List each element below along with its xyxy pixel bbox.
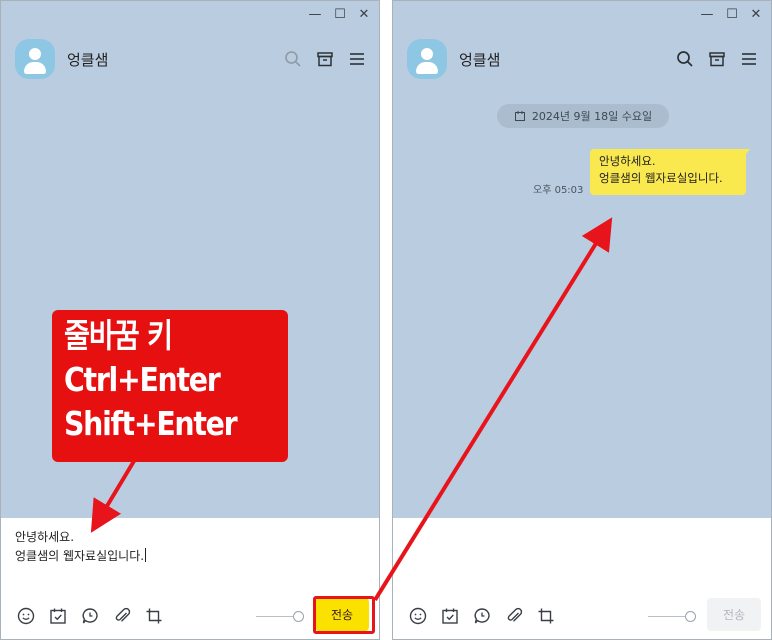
sent-message-bubble[interactable]: 안녕하세요. 엉클샘의 웹자료실입니다. (590, 149, 746, 195)
drawer-icon[interactable] (708, 50, 726, 68)
calendar-icon[interactable] (440, 606, 460, 626)
chat-name[interactable]: 엉클샘 (67, 49, 108, 70)
text-caret (145, 548, 147, 562)
date-label: 2024년 9월 18일 수요일 (531, 110, 653, 123)
chat-header: 엉클샘 (393, 39, 771, 79)
input-line: 안녕하세요. (15, 530, 75, 544)
search-icon[interactable] (284, 50, 302, 68)
input-toolbar: 전송 (393, 598, 771, 631)
calendar-icon[interactable] (48, 606, 68, 626)
close-button[interactable]: ✕ (356, 7, 372, 23)
send-button-highlight (313, 596, 375, 634)
title-bar[interactable]: — ☐ ✕ (393, 1, 771, 31)
emoji-icon[interactable] (16, 606, 36, 626)
screenshot-stage: — ☐ ✕ 엉클샘 안녕하세요. 엉클샘의 웹자료실입니다. 전송 — ☐ ✕ … (0, 0, 772, 640)
avatar-head-shape (421, 48, 433, 60)
attach-icon[interactable] (504, 606, 524, 626)
opacity-slider-track[interactable] (648, 616, 688, 617)
maximize-button[interactable]: ☐ (332, 7, 348, 23)
minimize-button[interactable]: — (699, 7, 715, 23)
annotation-callout: 줄바꿈 키 Ctrl+Enter Shift+Enter (52, 310, 288, 462)
message-input[interactable]: 안녕하세요. 엉클샘의 웹자료실입니다. (15, 528, 147, 566)
emoji-icon[interactable] (408, 606, 428, 626)
message-input-area[interactable]: 전송 (393, 518, 771, 639)
chat-name[interactable]: 엉클샘 (459, 49, 500, 70)
date-divider: 2024년 9월 18일 수요일 (497, 104, 669, 128)
opacity-slider-knob[interactable] (685, 611, 696, 622)
capture-icon[interactable] (144, 606, 164, 626)
input-line: 엉클샘의 웹자료실입니다. (15, 547, 147, 566)
avatar[interactable] (407, 39, 447, 79)
callout-line: Shift+Enter (64, 404, 238, 443)
opacity-slider-knob[interactable] (293, 611, 304, 622)
opacity-slider-track[interactable] (256, 616, 296, 617)
avatar-body-shape (24, 62, 46, 74)
chat-bubble-icon[interactable] (472, 606, 492, 626)
maximize-button[interactable]: ☐ (724, 7, 740, 23)
bubble-tail (742, 149, 750, 159)
avatar[interactable] (15, 39, 55, 79)
menu-icon[interactable] (740, 50, 758, 68)
menu-icon[interactable] (348, 50, 366, 68)
input-line-text: 엉클샘의 웹자료실입니다. (15, 549, 145, 563)
chat-header: 엉클샘 (1, 39, 379, 79)
message-time: 오후 05:03 (533, 185, 584, 196)
message-line: 엉클샘의 웹자료실입니다. (599, 171, 723, 185)
send-button[interactable]: 전송 (707, 598, 761, 631)
drawer-icon[interactable] (316, 50, 334, 68)
avatar-head-shape (29, 48, 41, 60)
message-line: 안녕하세요. (599, 154, 656, 168)
chat-bubble-icon[interactable] (80, 606, 100, 626)
callout-line: 줄바꿈 키 (64, 316, 173, 355)
capture-icon[interactable] (536, 606, 556, 626)
search-icon[interactable] (676, 50, 694, 68)
minimize-button[interactable]: — (307, 7, 323, 23)
chat-window-right: — ☐ ✕ 엉클샘 2024년 9월 18일 수요일 오후 05:03 안녕하세… (392, 0, 772, 640)
attach-icon[interactable] (112, 606, 132, 626)
avatar-body-shape (416, 62, 438, 74)
calendar-icon (514, 111, 525, 121)
close-button[interactable]: ✕ (748, 7, 764, 23)
callout-line: Ctrl+Enter (64, 360, 221, 399)
title-bar[interactable]: — ☐ ✕ (1, 1, 379, 31)
